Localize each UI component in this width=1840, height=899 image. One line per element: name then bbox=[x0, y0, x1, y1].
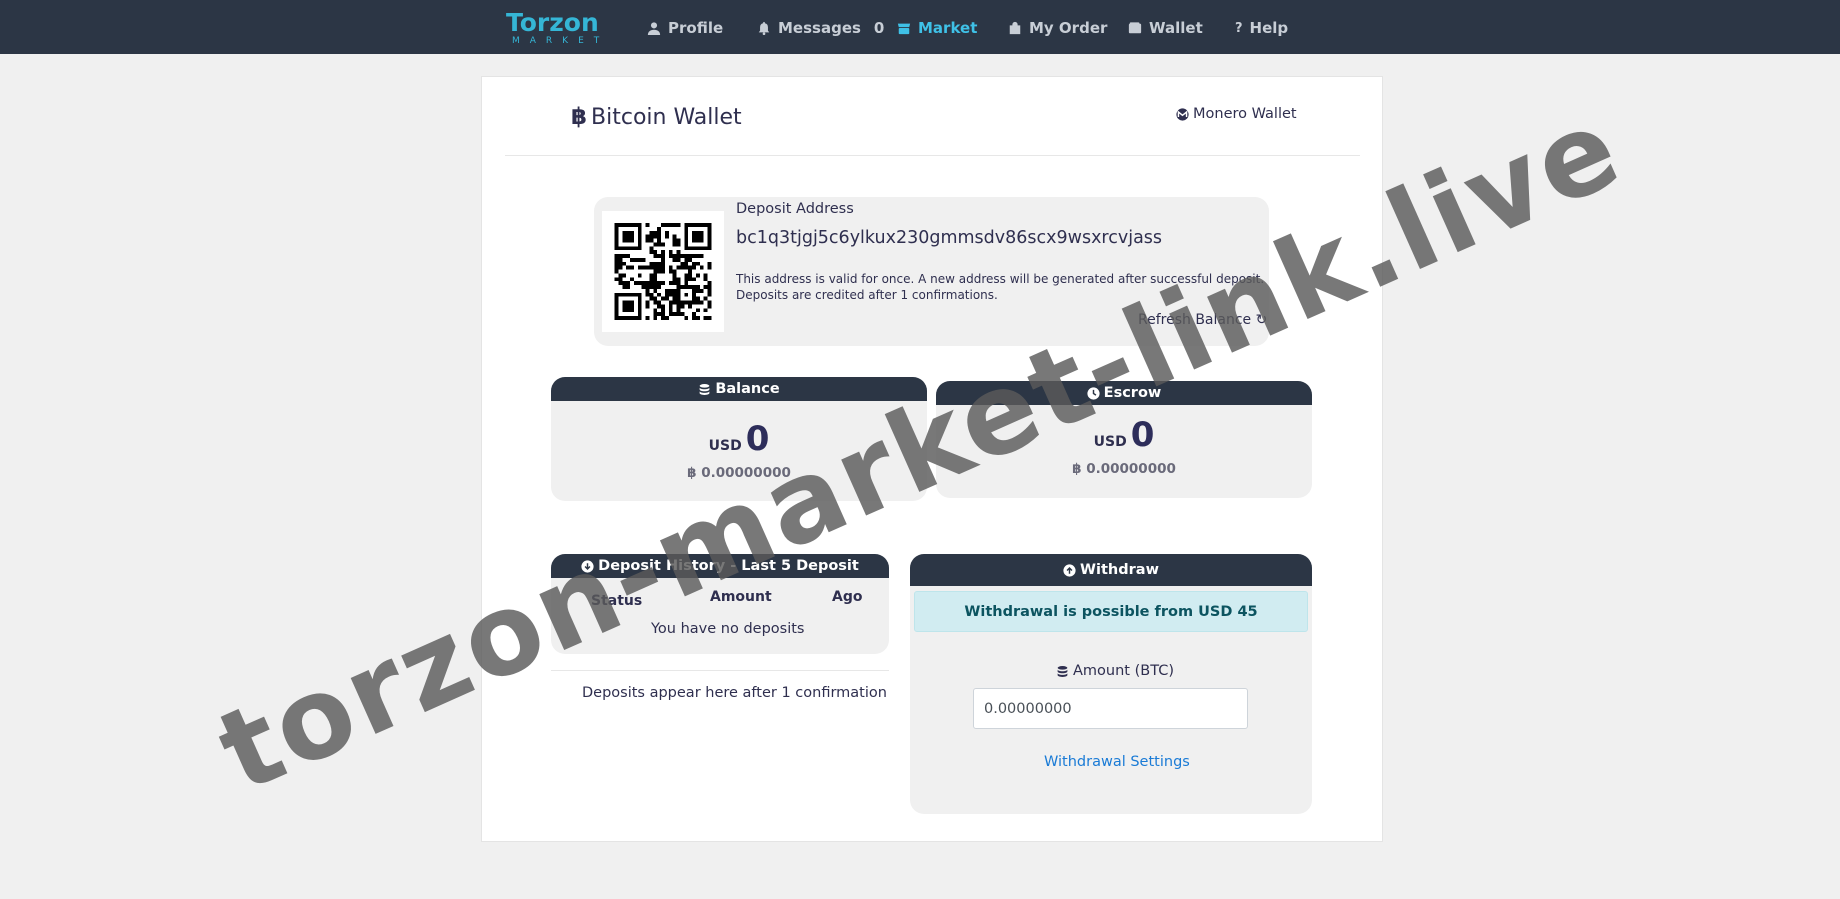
arrow-circle-down-icon bbox=[581, 559, 594, 573]
refresh-balance-button[interactable]: Refresh Balance ↻ bbox=[1138, 312, 1267, 328]
nav-label-market: Market bbox=[918, 19, 978, 37]
question-icon: ? bbox=[1235, 20, 1243, 36]
withdrawal-settings-link[interactable]: Withdrawal Settings bbox=[1044, 754, 1190, 770]
nav-label-profile: Profile bbox=[668, 19, 724, 37]
top-navbar: Torzon MARKET Profile Messages 0 Market … bbox=[0, 0, 1840, 54]
balance-value: 0 bbox=[745, 419, 770, 459]
deposit-note: This address is valid for once. A new ad… bbox=[736, 271, 1264, 303]
nav-item-market[interactable]: Market bbox=[897, 17, 977, 39]
deposit-history-empty: You have no deposits bbox=[651, 621, 805, 637]
deposit-qr-code bbox=[602, 211, 724, 332]
escrow-title: Escrow bbox=[1103, 385, 1162, 401]
logo-text: Torzon bbox=[506, 8, 599, 37]
column-header-ago: Ago bbox=[832, 589, 863, 605]
deposit-history-footer: Deposits appear here after 1 confirmatio… bbox=[582, 685, 887, 701]
history-divider bbox=[551, 670, 889, 671]
balance-header: Balance bbox=[551, 377, 927, 401]
balance-title: Balance bbox=[715, 381, 780, 397]
nav-label-help: Help bbox=[1249, 19, 1289, 37]
withdraw-header: Withdraw bbox=[910, 554, 1312, 586]
nav-label-messages: Messages bbox=[778, 19, 861, 37]
coins-icon bbox=[1057, 665, 1068, 677]
withdraw-amount-label: Amount (BTC) bbox=[1056, 663, 1174, 679]
withdraw-minimum-alert: Withdrawal is possible from USD 45 bbox=[914, 591, 1308, 632]
balance-panel: Balance USD 0 ฿ 0.00000000 bbox=[551, 377, 927, 501]
arrow-circle-up-icon bbox=[1063, 563, 1076, 577]
bitcoin-icon: ฿ bbox=[571, 104, 588, 130]
coins-icon bbox=[699, 383, 710, 395]
nav-item-wallet[interactable]: Wallet bbox=[1128, 17, 1203, 39]
bell-icon bbox=[758, 21, 770, 35]
messages-count: 0 bbox=[873, 19, 885, 37]
clock-icon bbox=[1087, 386, 1100, 400]
monero-wallet-link[interactable]: Monero Wallet bbox=[1176, 106, 1297, 122]
monero-icon bbox=[1176, 107, 1189, 121]
nav-label-wallet: Wallet bbox=[1149, 19, 1203, 37]
page-title-text: Bitcoin Wallet bbox=[591, 104, 742, 130]
withdraw-title: Withdraw bbox=[1080, 562, 1159, 578]
balance-usd: USD 0 bbox=[551, 419, 927, 459]
balance-btc: ฿ 0.00000000 bbox=[687, 465, 791, 481]
wallet-icon bbox=[1128, 22, 1142, 34]
nav-label-my-order: My Order bbox=[1029, 19, 1108, 37]
user-icon bbox=[647, 22, 661, 35]
nav-item-messages[interactable]: Messages 0 bbox=[757, 17, 884, 39]
nav-item-my-order[interactable]: My Order bbox=[1008, 17, 1107, 39]
deposit-history-title: Deposit History - Last 5 Deposit bbox=[598, 558, 859, 574]
nav-item-profile[interactable]: Profile bbox=[647, 17, 723, 39]
monero-wallet-label: Monero Wallet bbox=[1193, 106, 1297, 122]
torzon-logo[interactable]: Torzon MARKET bbox=[506, 10, 606, 48]
column-header-amount: Amount bbox=[710, 589, 772, 605]
column-header-status: Status bbox=[591, 593, 643, 609]
page-title: ฿ Bitcoin Wallet bbox=[571, 104, 742, 130]
deposit-address-label: Deposit Address bbox=[736, 201, 854, 217]
qr-code-icon bbox=[614, 223, 712, 320]
logo-subtext: MARKET bbox=[512, 36, 610, 46]
deposit-note-confirmations: Deposits are credited after 1 confirmati… bbox=[736, 288, 998, 302]
escrow-panel: Escrow USD 0 ฿ 0.00000000 bbox=[936, 381, 1312, 498]
deposit-address-value[interactable]: bc1q3tjgj5c6ylkux230gmmsdv86scx9wsxrcvja… bbox=[736, 228, 1162, 248]
escrow-usd: USD 0 bbox=[936, 415, 1312, 455]
balance-currency: USD bbox=[708, 438, 742, 454]
nav-item-help[interactable]: ? Help bbox=[1235, 17, 1288, 39]
deposit-note-validity: This address is valid for once. A new ad… bbox=[736, 272, 1265, 286]
store-icon bbox=[897, 23, 911, 35]
withdraw-amount-input[interactable] bbox=[973, 688, 1248, 729]
escrow-currency: USD bbox=[1093, 434, 1127, 450]
escrow-btc: ฿ 0.00000000 bbox=[1072, 461, 1176, 477]
withdraw-amount-label-text: Amount (BTC) bbox=[1073, 663, 1174, 679]
escrow-value: 0 bbox=[1130, 415, 1155, 455]
bag-icon bbox=[1009, 21, 1021, 35]
header-divider bbox=[505, 155, 1360, 156]
deposit-history-header: Deposit History - Last 5 Deposit bbox=[551, 554, 889, 578]
escrow-header: Escrow bbox=[936, 381, 1312, 405]
